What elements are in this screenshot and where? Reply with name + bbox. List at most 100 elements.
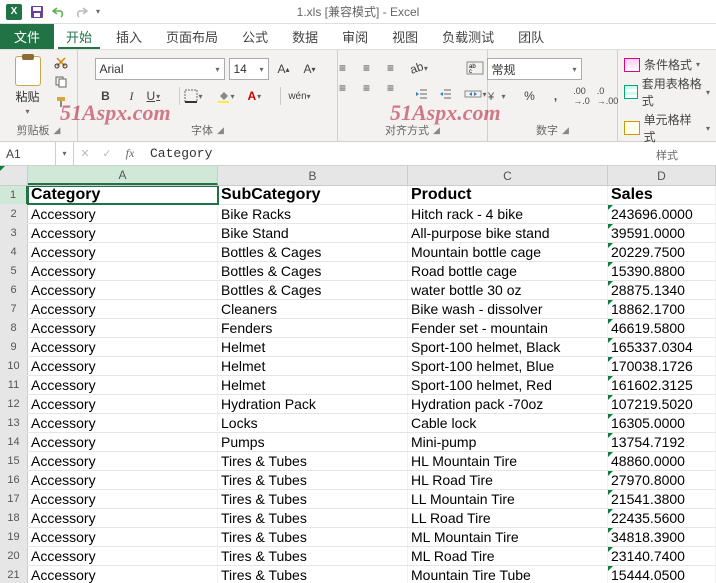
cell[interactable]: Mountain Tire Tube [408,566,608,583]
align-top-icon[interactable]: ≡ [332,58,354,78]
cell[interactable]: Mini-pump [408,433,608,451]
cell[interactable]: 20229.7500 [608,243,716,261]
cell[interactable]: Bottles & Cages [218,243,408,261]
cell[interactable]: Tires & Tubes [218,528,408,546]
underline-button[interactable]: U▾ [147,86,175,106]
cell[interactable]: Tires & Tubes [218,509,408,527]
number-format-combo[interactable]: 常规▾ [487,58,582,80]
cell-C1[interactable]: Product [408,186,608,204]
col-header-C[interactable]: C [408,166,608,185]
tab-page-layout[interactable]: 页面布局 [154,24,230,49]
font-dialog-launcher-icon[interactable]: ◢ [217,125,224,136]
cell[interactable]: Sport-100 helmet, Black [408,338,608,356]
wrap-text-button[interactable]: abc [464,58,486,78]
undo-icon[interactable] [52,5,66,19]
formula-input[interactable]: Category [142,146,716,161]
row-header[interactable]: 12 [0,395,28,413]
cancel-formula-icon[interactable]: ✕ [74,147,96,160]
cell[interactable]: Accessory [28,319,218,337]
clipboard-dialog-launcher-icon[interactable]: ◢ [54,125,61,136]
cell[interactable]: HL Road Tire [408,471,608,489]
cell[interactable]: Bottles & Cages [218,281,408,299]
cell[interactable]: Accessory [28,338,218,356]
row-header[interactable]: 5 [0,262,28,280]
row-header[interactable]: 1 [0,186,28,204]
row-header[interactable]: 21 [0,566,28,583]
tab-data[interactable]: 数据 [280,24,330,49]
cut-icon[interactable] [52,54,70,70]
cell[interactable]: Accessory [28,243,218,261]
font-name-combo[interactable]: Arial▾ [95,58,225,80]
tab-view[interactable]: 视图 [380,24,430,49]
col-header-B[interactable]: B [218,166,408,185]
cell[interactable]: 34818.3900 [608,528,716,546]
cell[interactable]: 39591.0000 [608,224,716,242]
paste-button[interactable]: 粘贴 ▾ [8,54,48,118]
name-box-dropdown-icon[interactable]: ▾ [56,142,74,165]
border-button[interactable]: ▾ [184,86,212,106]
cell[interactable]: Hydration Pack [218,395,408,413]
cell-B1[interactable]: SubCategory [218,186,408,204]
grow-font-icon[interactable]: A▴ [273,59,295,79]
cell[interactable]: 22435.5600 [608,509,716,527]
name-box[interactable]: A1 [0,142,56,165]
cell[interactable]: Bottles & Cages [218,262,408,280]
cell[interactable]: Accessory [28,433,218,451]
redo-icon[interactable] [74,5,88,19]
italic-button[interactable]: I [121,86,143,106]
tab-load-test[interactable]: 负载测试 [430,24,506,49]
cell[interactable]: 165337.0304 [608,338,716,356]
row-header[interactable]: 3 [0,224,28,242]
row-header[interactable]: 11 [0,376,28,394]
cell[interactable]: Fenders [218,319,408,337]
cell[interactable]: 23140.7400 [608,547,716,565]
cell[interactable]: ML Mountain Tire [408,528,608,546]
cell[interactable]: Accessory [28,224,218,242]
enter-formula-icon[interactable]: ✓ [96,147,118,160]
cell[interactable]: Accessory [28,205,218,223]
cell[interactable]: Cleaners [218,300,408,318]
font-color-button[interactable]: A▾ [248,86,276,106]
cell[interactable]: Accessory [28,300,218,318]
cell-D1[interactable]: Sales [608,186,716,204]
decrease-indent-icon[interactable] [410,84,432,104]
cell[interactable]: Accessory [28,528,218,546]
cell[interactable]: Accessory [28,509,218,527]
cell[interactable]: 46619.5800 [608,319,716,337]
conditional-format-button[interactable]: 条件格式▾ [624,56,710,73]
comma-button[interactable]: , [545,86,567,106]
cell[interactable]: 170038.1726 [608,357,716,375]
row-header[interactable]: 2 [0,205,28,223]
cell[interactable]: Helmet [218,357,408,375]
cell[interactable]: Helmet [218,338,408,356]
fx-icon[interactable]: fx [118,146,142,161]
cell[interactable]: Accessory [28,452,218,470]
cell[interactable]: Cable lock [408,414,608,432]
cell[interactable]: All-purpose bike stand [408,224,608,242]
cell[interactable]: LL Road Tire [408,509,608,527]
align-center-icon[interactable]: ≡ [356,78,378,98]
cell[interactable]: Accessory [28,262,218,280]
cell[interactable]: 161602.3125 [608,376,716,394]
cell[interactable]: ML Road Tire [408,547,608,565]
cell[interactable]: 28875.1340 [608,281,716,299]
tab-review[interactable]: 审阅 [330,24,380,49]
tab-home[interactable]: 开始 [54,24,104,49]
cell[interactable]: Tires & Tubes [218,566,408,583]
cell[interactable]: Accessory [28,376,218,394]
cell[interactable]: Accessory [28,547,218,565]
cell[interactable]: Tires & Tubes [218,452,408,470]
cell[interactable]: 13754.7192 [608,433,716,451]
cell[interactable]: 27970.8000 [608,471,716,489]
cell[interactable]: LL Mountain Tire [408,490,608,508]
cell[interactable]: Accessory [28,414,218,432]
row-header[interactable]: 10 [0,357,28,375]
row-header[interactable]: 14 [0,433,28,451]
orientation-button[interactable]: ab▾ [410,58,444,78]
col-header-D[interactable]: D [608,166,716,185]
cell[interactable]: 18862.1700 [608,300,716,318]
cell[interactable]: 48860.0000 [608,452,716,470]
cell[interactable]: Hitch rack - 4 bike [408,205,608,223]
cell[interactable]: Accessory [28,395,218,413]
cell[interactable]: Pumps [218,433,408,451]
